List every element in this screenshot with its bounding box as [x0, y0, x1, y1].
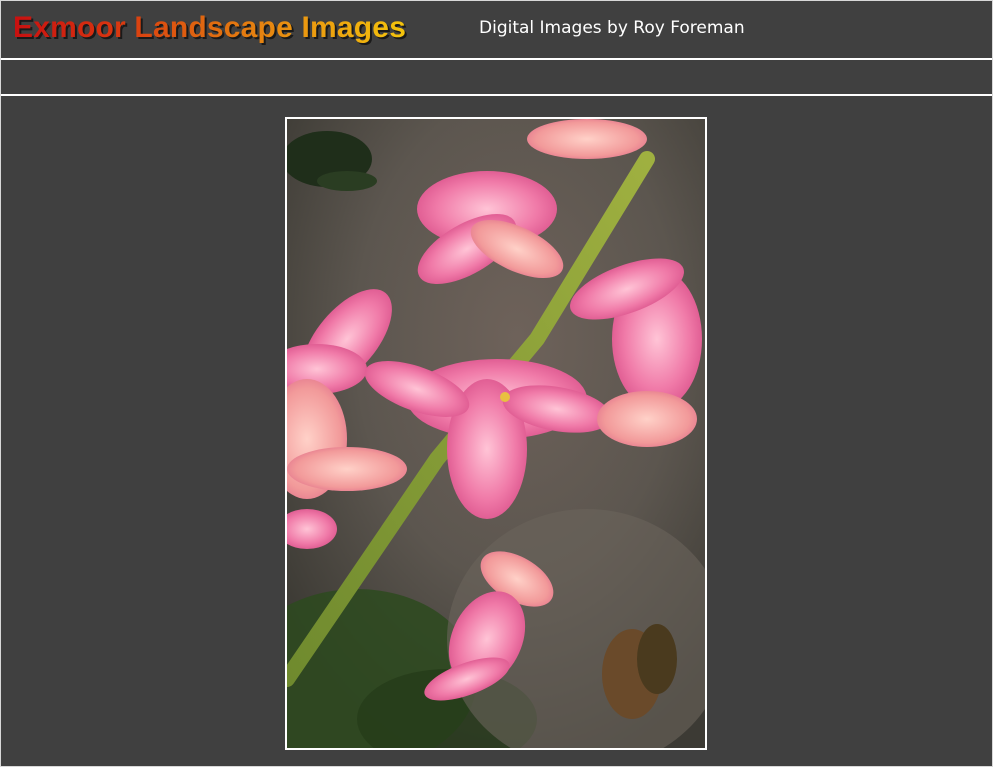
flower-photo[interactable] — [285, 117, 707, 750]
site-title[interactable]: Exmoor Landscape Images — [13, 9, 406, 47]
page-frame: Exmoor Landscape Images Exmoor Landscape… — [0, 0, 993, 767]
site-header: Exmoor Landscape Images Exmoor Landscape… — [1, 1, 992, 58]
hyacinth-image — [287, 119, 705, 748]
navigation-bar — [1, 60, 992, 94]
site-subtitle: Digital Images by Roy Foreman — [479, 18, 745, 38]
header-divider-bottom — [1, 94, 992, 96]
